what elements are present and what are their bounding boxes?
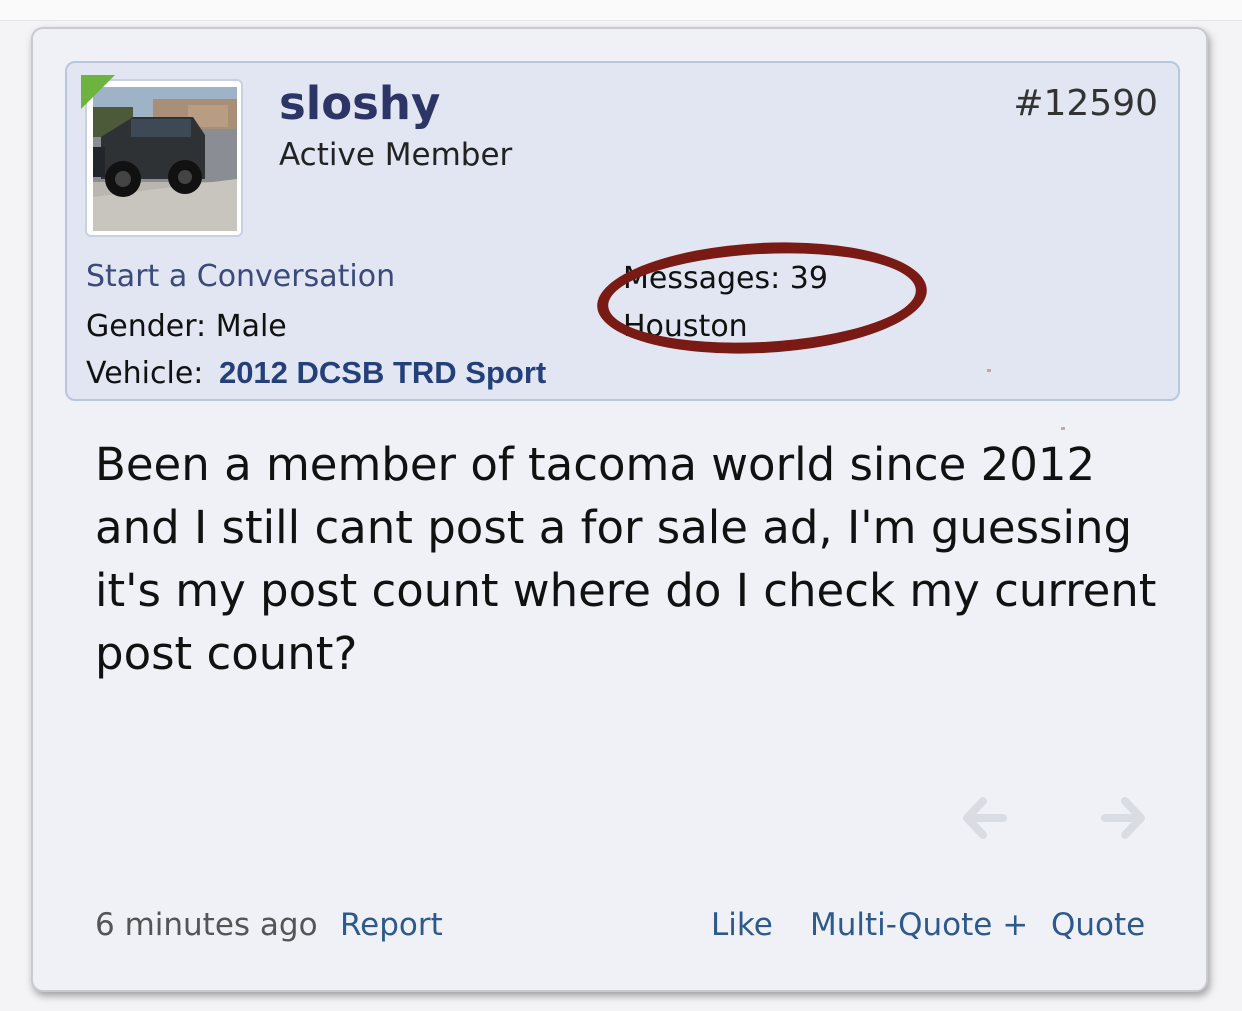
post-number-link[interactable]: #12590 [1013, 83, 1158, 124]
vehicle-value: 2012 DCSB TRD Sport [218, 355, 547, 390]
vehicle-label: Vehicle: [86, 356, 204, 391]
online-indicator-icon [81, 75, 115, 109]
arrow-right-icon[interactable] [1101, 795, 1147, 841]
post-footer: 6 minutes ago Report Like Multi-Quote + … [95, 907, 1155, 951]
report-link[interactable]: Report [340, 907, 443, 943]
post-body: Been a member of tacoma world since 2012… [95, 438, 1157, 680]
gender-row: Gender: Male [86, 309, 287, 344]
top-strip [0, 0, 1242, 21]
user-title: Active Member [279, 137, 513, 173]
multi-quote-link[interactable]: Multi-Quote + [810, 907, 1028, 943]
speck [987, 369, 991, 372]
post-timestamp[interactable]: 6 minutes ago [95, 907, 318, 943]
arrow-left-icon[interactable] [961, 795, 1007, 841]
post-card: sloshy Active Member #12590 Start a Conv… [31, 27, 1208, 992]
gender-label: Gender: [86, 309, 207, 344]
start-conversation-link[interactable]: Start a Conversation [86, 259, 395, 294]
like-link[interactable]: Like [711, 907, 773, 943]
page: sloshy Active Member #12590 Start a Conv… [0, 0, 1242, 1011]
vehicle-row: Vehicle: 2012 DCSB TRD Sport [86, 355, 546, 391]
gender-value: Male [215, 309, 287, 344]
username[interactable]: sloshy [279, 77, 440, 130]
quote-link[interactable]: Quote [1051, 907, 1145, 943]
speck [1061, 427, 1065, 430]
user-info-box: sloshy Active Member #12590 Start a Conv… [65, 61, 1180, 401]
